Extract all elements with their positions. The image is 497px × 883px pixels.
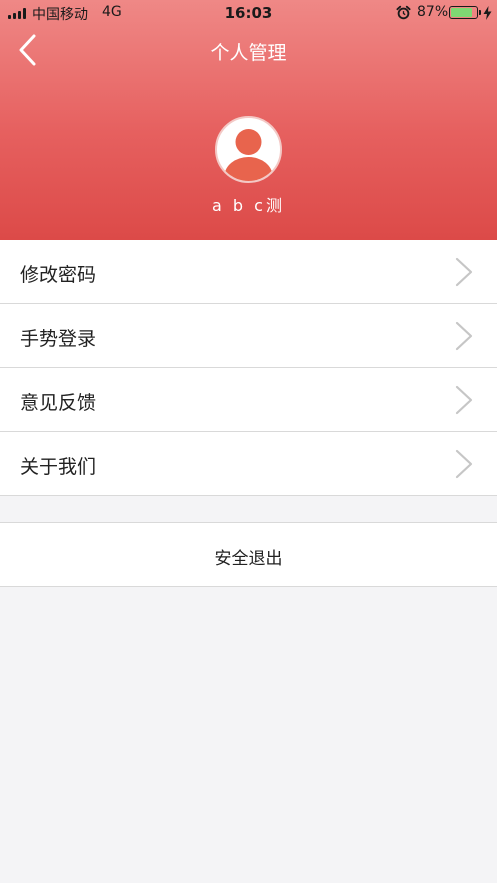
battery-icon [449, 6, 478, 19]
page-title: 个人管理 [210, 42, 287, 64]
menu-item-label: 意见反馈 [20, 392, 97, 414]
avatar[interactable] [215, 116, 282, 183]
username: a b c测 [212, 196, 285, 215]
logout-button[interactable]: 安全退出 [0, 522, 497, 587]
battery-percent: 87% [417, 4, 449, 20]
chevron-right-icon [455, 321, 473, 351]
chevron-right-icon [455, 449, 473, 479]
user-avatar-icon [224, 129, 273, 181]
charging-bolt-icon [483, 6, 492, 20]
status-bar: 中国移动 4G 16:03 87% [0, 0, 497, 26]
menu-item-change-password[interactable]: 修改密码 [0, 240, 497, 304]
menu-item-gesture-login[interactable]: 手势登录 [0, 304, 497, 368]
chevron-right-icon [455, 257, 473, 287]
profile-header: 中国移动 4G 16:03 87% 个人管理 a b c测 [0, 0, 497, 240]
settings-menu: 修改密码 手势登录 意见反馈 关于我们 [0, 240, 497, 496]
battery-level-fill [451, 8, 472, 17]
menu-item-label: 关于我们 [20, 456, 97, 478]
menu-item-feedback[interactable]: 意见反馈 [0, 368, 497, 432]
chevron-right-icon [455, 385, 473, 415]
menu-item-label: 修改密码 [20, 264, 97, 286]
battery-tip [479, 10, 481, 15]
logout-label: 安全退出 [214, 549, 283, 569]
menu-item-about-us[interactable]: 关于我们 [0, 432, 497, 496]
alarm-icon [396, 5, 411, 20]
menu-item-label: 手势登录 [20, 328, 97, 350]
